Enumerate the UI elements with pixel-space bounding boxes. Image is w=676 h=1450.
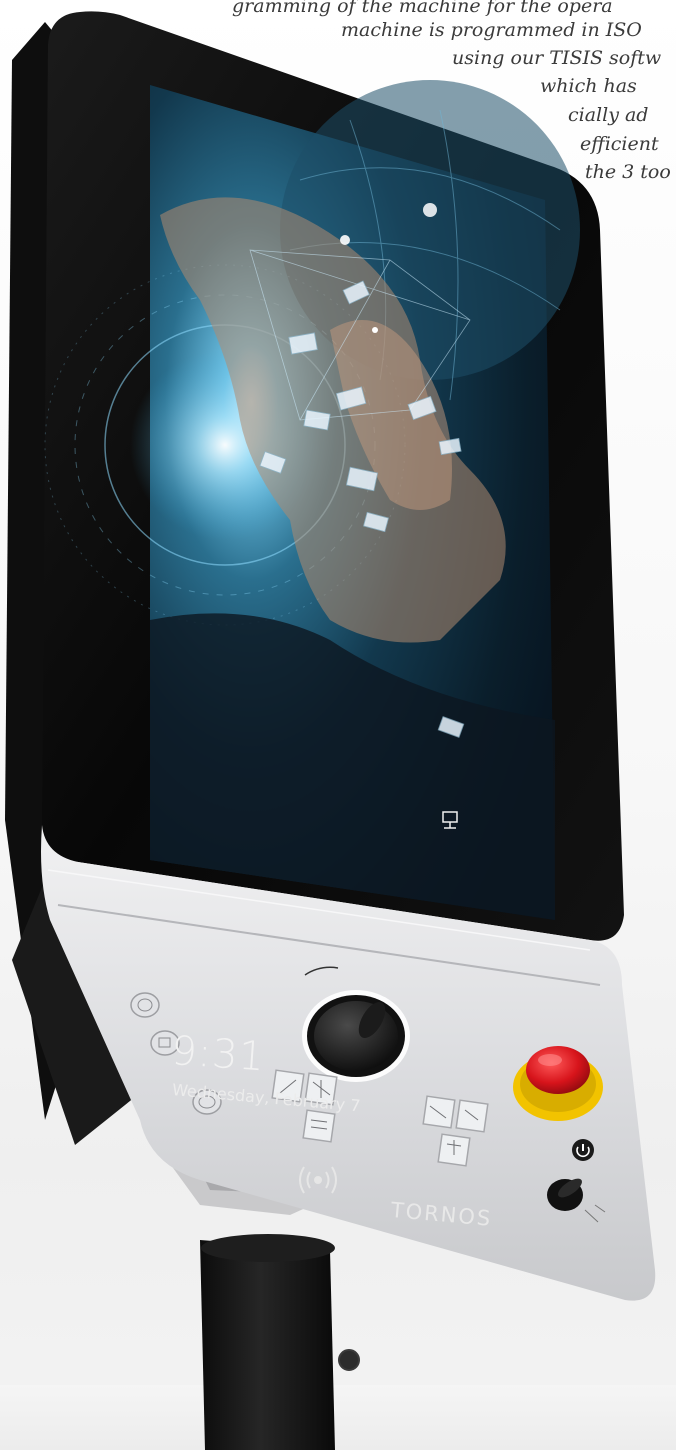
power-icon	[572, 1139, 594, 1161]
machine-terminal-illustration	[5, 11, 656, 1450]
lock-screen-time: 9:31	[169, 1028, 267, 1081]
stand-pole	[200, 1240, 335, 1450]
